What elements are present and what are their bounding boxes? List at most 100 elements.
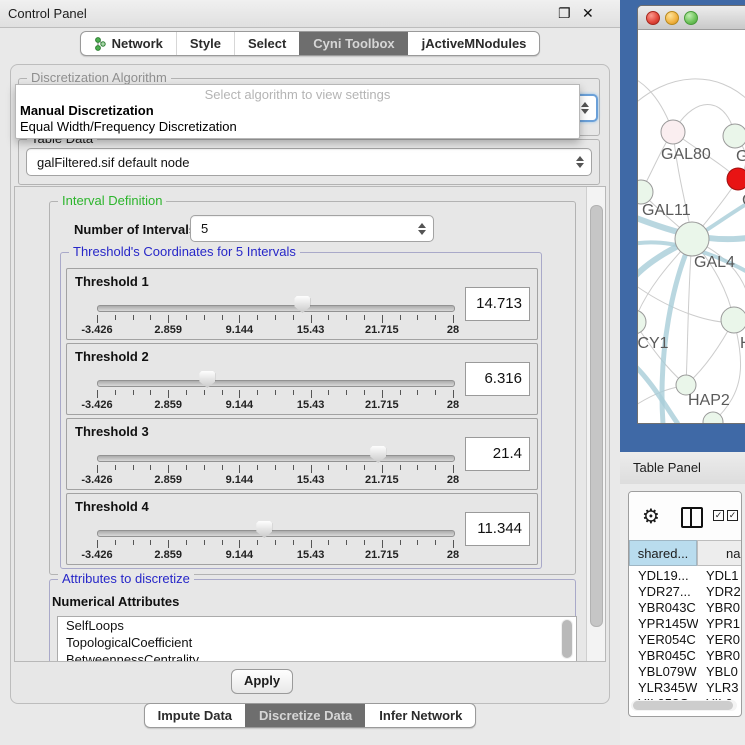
table-row[interactable]: YER054CYER0: [629, 632, 742, 648]
tab-impute-data[interactable]: Impute Data: [145, 704, 245, 727]
network-node-green[interactable]: [721, 307, 745, 333]
slider-tick: [257, 315, 258, 320]
table-row[interactable]: YDR27...YDR2: [629, 584, 742, 600]
tab-style[interactable]: Style: [176, 32, 234, 55]
slider-track[interactable]: [97, 380, 455, 387]
network-node-green[interactable]: [723, 124, 745, 148]
table-horizontal-scrollbar[interactable]: [631, 700, 737, 711]
network-node-red[interactable]: [727, 168, 745, 190]
slider-tick: [133, 390, 134, 395]
number-of-intervals-value: 5: [201, 221, 208, 236]
slider-tick: [97, 390, 98, 398]
slider-track[interactable]: [97, 455, 455, 462]
network-icon: [94, 37, 107, 51]
gear-icon[interactable]: ⚙: [642, 504, 660, 529]
slider-tick: [400, 315, 401, 320]
network-node-green[interactable]: [703, 412, 723, 423]
network-canvas[interactable]: GAL80GACGAL11GAL4GCY1HHAP2: [638, 30, 745, 423]
threshold-value-field[interactable]: 6.316: [465, 362, 530, 396]
close-traffic-light-icon[interactable]: [646, 11, 660, 25]
threshold-value-field[interactable]: 11.344: [465, 512, 530, 546]
attributes-list-scrollbar[interactable]: [561, 619, 573, 659]
network-node-green[interactable]: [638, 310, 646, 334]
content-vertical-scrollbar[interactable]: [586, 187, 605, 661]
slider-tick: [204, 540, 205, 545]
cell-shared-name: YPR145W: [629, 616, 698, 632]
slider-tick: [150, 315, 151, 320]
cell-shared-name: YER054C: [629, 632, 698, 648]
attributes-label: Attributes to discretize: [58, 571, 194, 586]
slider-tick: [435, 390, 436, 395]
network-node-green[interactable]: [638, 180, 653, 204]
tab-discretize-data[interactable]: Discretize Data: [245, 704, 365, 727]
tab-network[interactable]: Network: [81, 32, 176, 55]
combo-stepper-icon[interactable]: [418, 223, 426, 235]
popup-option-manual[interactable]: Manual Discretization: [20, 103, 154, 118]
slider-tick: [97, 315, 98, 323]
column-header-name[interactable]: na: [697, 540, 742, 566]
slider-tick-label: 28: [426, 549, 480, 561]
tab-cyni-toolbox[interactable]: Cyni Toolbox: [299, 32, 407, 55]
table-row[interactable]: YBR043CYBR0: [629, 600, 742, 616]
popup-option-equal-width[interactable]: Equal Width/Frequency Discretization: [20, 119, 237, 134]
scrollbar-thumb[interactable]: [590, 205, 603, 627]
attribute-list-item[interactable]: SelfLoops: [58, 617, 576, 634]
slider-tick: [364, 465, 365, 470]
threshold-value-field[interactable]: 14.713: [465, 287, 530, 321]
threshold-panel-4: Threshold 4-3.4262.8599.14415.4321.71528…: [66, 493, 538, 565]
checkbox-icon[interactable]: ✓: [727, 510, 738, 521]
top-tabbar: NetworkStyleSelect Cyni Toolbox jActiveMNo…: [0, 31, 620, 56]
attribute-list-item[interactable]: TopologicalCoefficient: [58, 634, 576, 651]
interval-definition-label: Interval Definition: [58, 193, 166, 208]
tab-label: Cyni Toolbox: [313, 36, 394, 51]
thresholds-label: Threshold's Coordinates for 5 Intervals: [69, 244, 300, 259]
scrollbar-thumb[interactable]: [633, 701, 733, 710]
attribute-list-item[interactable]: BetweennessCentrality: [58, 651, 576, 662]
slider-tick: [222, 540, 223, 545]
table-row[interactable]: YBL079WYBL0: [629, 664, 742, 680]
number-of-intervals-combobox[interactable]: 5: [190, 215, 434, 242]
tab-select[interactable]: Select: [234, 32, 299, 55]
slider-track[interactable]: [97, 305, 455, 312]
network-edge-highlighted: [638, 360, 678, 423]
columns-icon[interactable]: [681, 507, 703, 528]
cell-shared-name: YDR27...: [629, 584, 698, 600]
table-row[interactable]: YBR045CYBR0: [629, 648, 742, 664]
float-window-icon[interactable]: ❐: [558, 5, 571, 22]
combo-stepper-icon[interactable]: [576, 156, 584, 168]
close-window-icon[interactable]: ✕: [582, 5, 594, 22]
apply-button[interactable]: Apply: [231, 669, 293, 694]
table-row[interactable]: YLR345WYLR3: [629, 680, 742, 696]
slider-tick: [364, 540, 365, 545]
numerical-attributes-list[interactable]: SelfLoopsTopologicalCoefficientBetweenne…: [57, 616, 577, 662]
network-node-pink[interactable]: [661, 120, 685, 144]
slider-tick: [435, 465, 436, 470]
slider-tick: [204, 390, 205, 395]
tab-infer-network[interactable]: Infer Network: [365, 704, 475, 727]
column-header-shared-name[interactable]: shared...: [629, 540, 697, 566]
table-row[interactable]: YPR145WYPR1: [629, 616, 742, 632]
minimize-traffic-light-icon[interactable]: [665, 11, 679, 25]
interval-definition-fieldset: Interval Definition Number of Intervals …: [49, 201, 576, 575]
zoom-traffic-light-icon[interactable]: [684, 11, 698, 25]
slider-tick-label: -3.426: [70, 474, 124, 486]
threshold-panel-3: Threshold 3-3.4262.8599.14415.4321.71528…: [66, 418, 538, 490]
number-of-intervals-label: Number of Intervals: [74, 222, 196, 237]
table-data-combobox[interactable]: galFiltered.sif default node: [26, 148, 592, 176]
network-node-label: GAL4: [694, 254, 735, 271]
combo-stepper-icon[interactable]: [581, 102, 589, 114]
network-node-label: H: [740, 335, 745, 352]
network-node-green[interactable]: [675, 222, 709, 256]
table-panel-titlebar: Table Panel: [620, 452, 745, 485]
thresholds-fieldset: Threshold's Coordinates for 5 Intervals …: [60, 252, 542, 569]
slider-tick: [346, 390, 347, 395]
slider-tick: [150, 465, 151, 470]
checkbox-icon[interactable]: ✓: [713, 510, 724, 521]
tab-jactivemnodules[interactable]: jActiveMNodules: [408, 32, 540, 55]
slider-tick: [328, 540, 329, 545]
threshold-value-field[interactable]: 21.4: [465, 437, 530, 471]
table-row[interactable]: YDL19...YDL1: [629, 568, 742, 584]
slider-track[interactable]: [97, 530, 455, 537]
slider-tick: [311, 390, 312, 398]
slider-tick-label: 28: [426, 399, 480, 411]
